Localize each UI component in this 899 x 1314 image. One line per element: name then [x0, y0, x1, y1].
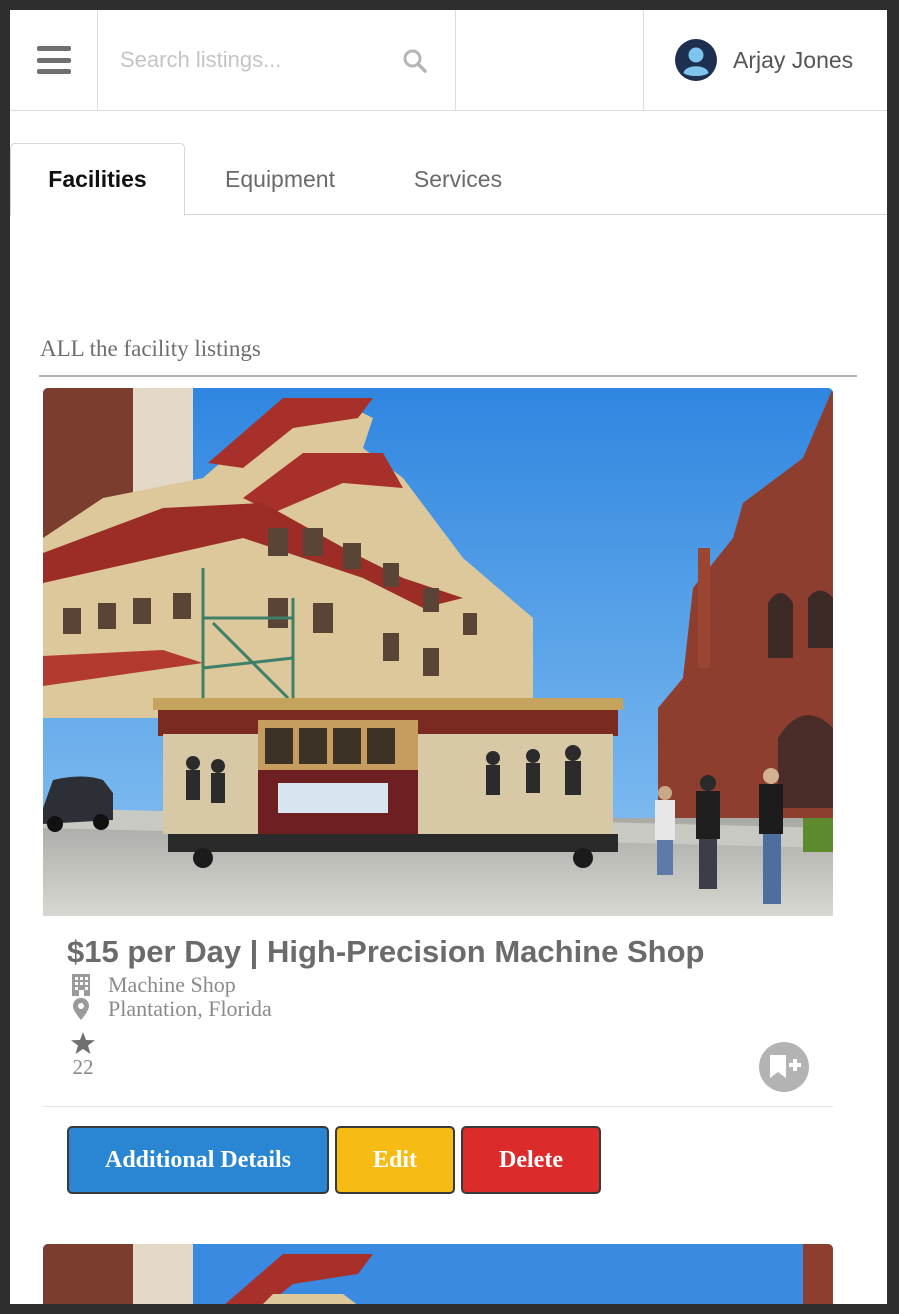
toolbar-spacer [456, 10, 644, 110]
tab-equipment[interactable]: Equipment [200, 143, 360, 215]
hamburger-menu-icon [36, 46, 71, 74]
listing-category: Machine Shop [108, 972, 236, 997]
user-avatar-icon [675, 39, 717, 81]
listing-title[interactable]: $15 per Day | High-Precision Machine Sho… [67, 934, 704, 970]
bookmark-add-button[interactable] [759, 1042, 809, 1092]
search-input[interactable] [120, 40, 390, 80]
star-icon [71, 1032, 95, 1054]
next-listing-photo[interactable] [43, 1244, 833, 1304]
tab-services[interactable]: Services [380, 143, 536, 215]
map-pin-icon [73, 998, 89, 1020]
bookmark-add-icon [770, 1055, 801, 1078]
edit-button[interactable]: Edit [335, 1126, 455, 1194]
search-bar [98, 10, 456, 110]
listing-location-row: Plantation, Florida [69, 996, 272, 1022]
listing-rating: 22 [68, 1032, 98, 1080]
listing-type-tabs: Facilities Equipment Services [10, 143, 887, 216]
search-icon[interactable] [402, 48, 428, 74]
user-menu[interactable]: Arjay Jones [644, 10, 887, 110]
menu-button[interactable] [10, 10, 98, 110]
card-divider [43, 1106, 833, 1107]
section-divider [39, 375, 857, 377]
listing-card: $15 per Day | High-Precision Machine Sho… [43, 388, 833, 1108]
tab-facilities[interactable]: Facilities [10, 143, 185, 216]
building-icon [72, 974, 90, 996]
app-window: Arjay Jones Facilities Equipment Service… [10, 10, 887, 1304]
listing-photo[interactable] [43, 388, 833, 916]
additional-details-button[interactable]: Additional Details [67, 1126, 329, 1194]
delete-button[interactable]: Delete [461, 1126, 601, 1194]
user-name: Arjay Jones [733, 46, 854, 73]
section-title: ALL the facility listings [40, 336, 261, 361]
listing-location: Plantation, Florida [108, 996, 272, 1021]
top-bar: Arjay Jones [10, 10, 887, 111]
rating-count: 22 [72, 1055, 94, 1079]
listing-category-row: Machine Shop [69, 972, 236, 998]
